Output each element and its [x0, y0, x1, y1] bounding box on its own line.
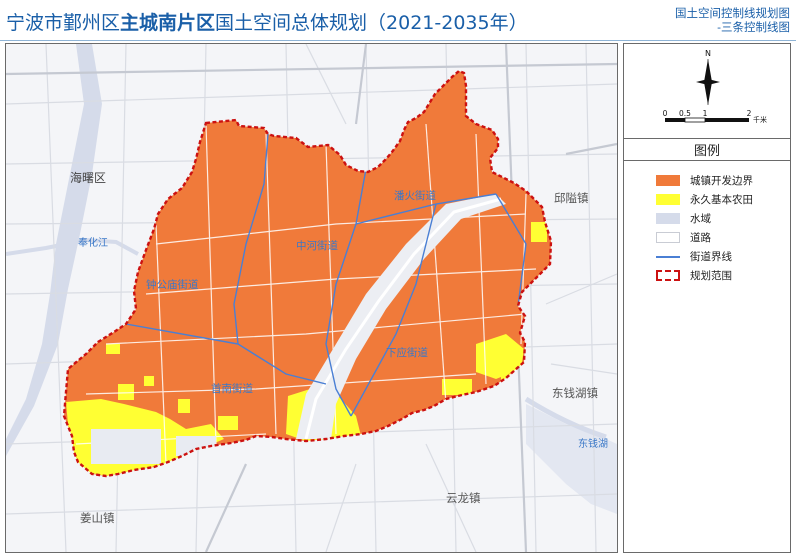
scale-bar: 0 0.5 1 2 千米	[663, 109, 767, 124]
legend-label-street-boundary: 街道界线	[690, 251, 732, 263]
title-suffix: 国土空间总体规划（2021-2035年）	[215, 12, 528, 34]
label-zhonghe: 中河街道	[296, 239, 338, 252]
compass-scale-svg: N 0 0.5 1 2 千米	[663, 49, 767, 124]
scale-tick-3: 2	[747, 109, 752, 118]
title-prefix: 宁波市鄞州区	[6, 12, 121, 34]
legend-title: 图例	[693, 144, 720, 159]
label-shounan: 首南街道	[211, 382, 253, 395]
legend-swatch-development	[656, 175, 680, 186]
scale-tick-1: 0.5	[679, 109, 691, 118]
map-title: 宁波市鄞州区主城南片区国土空间总体规划（2021-2035年）	[6, 8, 528, 35]
north-arrow-icon: N	[696, 49, 720, 105]
map-canvas[interactable]: 海曙区 奉化江 钟公庙街道 中河街道 潘火街道 下应街道 首南街道 邱隘镇 东钱…	[6, 44, 617, 552]
label-xiaying: 下应街道	[386, 346, 428, 359]
map-subtitle: 国土空间控制线规划图 -三条控制线图	[675, 6, 790, 34]
label-jiangshan: 姜山镇	[80, 511, 115, 525]
legend-swatch-street-boundary	[656, 256, 680, 258]
legend-label-development: 城镇开发边界	[690, 175, 753, 187]
scale-tick-0: 0	[663, 109, 668, 118]
map-frame[interactable]: 海曙区 奉化江 钟公庙街道 中河街道 潘火街道 下应街道 首南街道 邱隘镇 东钱…	[5, 43, 618, 553]
scale-tick-2: 1	[703, 109, 708, 118]
label-yunlong: 云龙镇	[446, 491, 481, 505]
title-bar: 宁波市鄞州区主城南片区国土空间总体规划（2021-2035年） 国土空间控制线规…	[0, 0, 796, 41]
legend-swatch-farmland	[656, 194, 680, 205]
label-haishu: 海曙区	[70, 170, 106, 185]
legend-label-plan-boundary: 规划范围	[690, 270, 732, 282]
village-cluster	[91, 429, 161, 464]
scale-unit: 千米	[753, 115, 767, 124]
legend-swatch-road	[656, 232, 680, 243]
label-qiuai: 邱隘镇	[554, 191, 589, 205]
legend-swatch-plan-boundary	[656, 270, 680, 281]
label-panhuo: 潘火街道	[394, 189, 436, 202]
label-dongqianhu-town: 东钱湖镇	[552, 386, 598, 400]
title-emphasis: 主城南片区	[120, 12, 216, 34]
legend-divider	[624, 160, 790, 161]
north-label: N	[705, 49, 711, 58]
legend-panel: N 0 0.5 1 2 千米 图例 城镇开发边界 永久基本农田 水域 道路 街道…	[623, 43, 791, 553]
subtitle-line-2: -三条控制线图	[717, 20, 790, 34]
compass-scale-box: N 0 0.5 1 2 千米	[624, 44, 790, 139]
legend-swatch-water	[656, 213, 680, 224]
label-zhonggongmiao: 钟公庙街道	[146, 278, 199, 291]
label-dongqian-lake: 东钱湖	[578, 437, 608, 450]
legend-label-farmland: 永久基本农田	[690, 194, 753, 206]
label-fenghua-river: 奉化江	[78, 236, 108, 249]
subtitle-line-1: 国土空间控制线规划图	[675, 6, 790, 20]
legend-label-water: 水域	[690, 213, 711, 225]
legend-label-road: 道路	[690, 232, 711, 244]
